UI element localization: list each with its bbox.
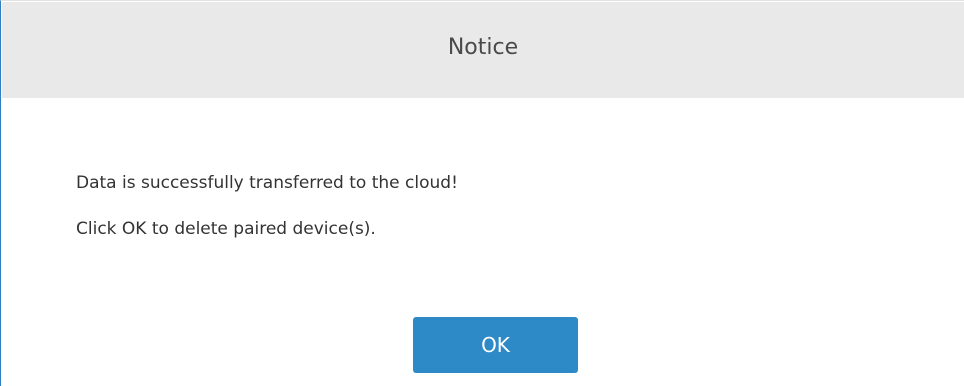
- transfer-success-message: Data is successfully transferred to the …: [76, 173, 458, 193]
- notice-dialog: Notice Data is successfully transferred …: [0, 0, 964, 386]
- dialog-title: Notice: [447, 34, 519, 60]
- ok-button[interactable]: OK: [413, 317, 578, 373]
- delete-instruction-message: Click OK to delete paired device(s).: [76, 219, 376, 239]
- dialog-header: Notice: [2, 2, 964, 98]
- dialog-body: Data is successfully transferred to the …: [76, 171, 458, 241]
